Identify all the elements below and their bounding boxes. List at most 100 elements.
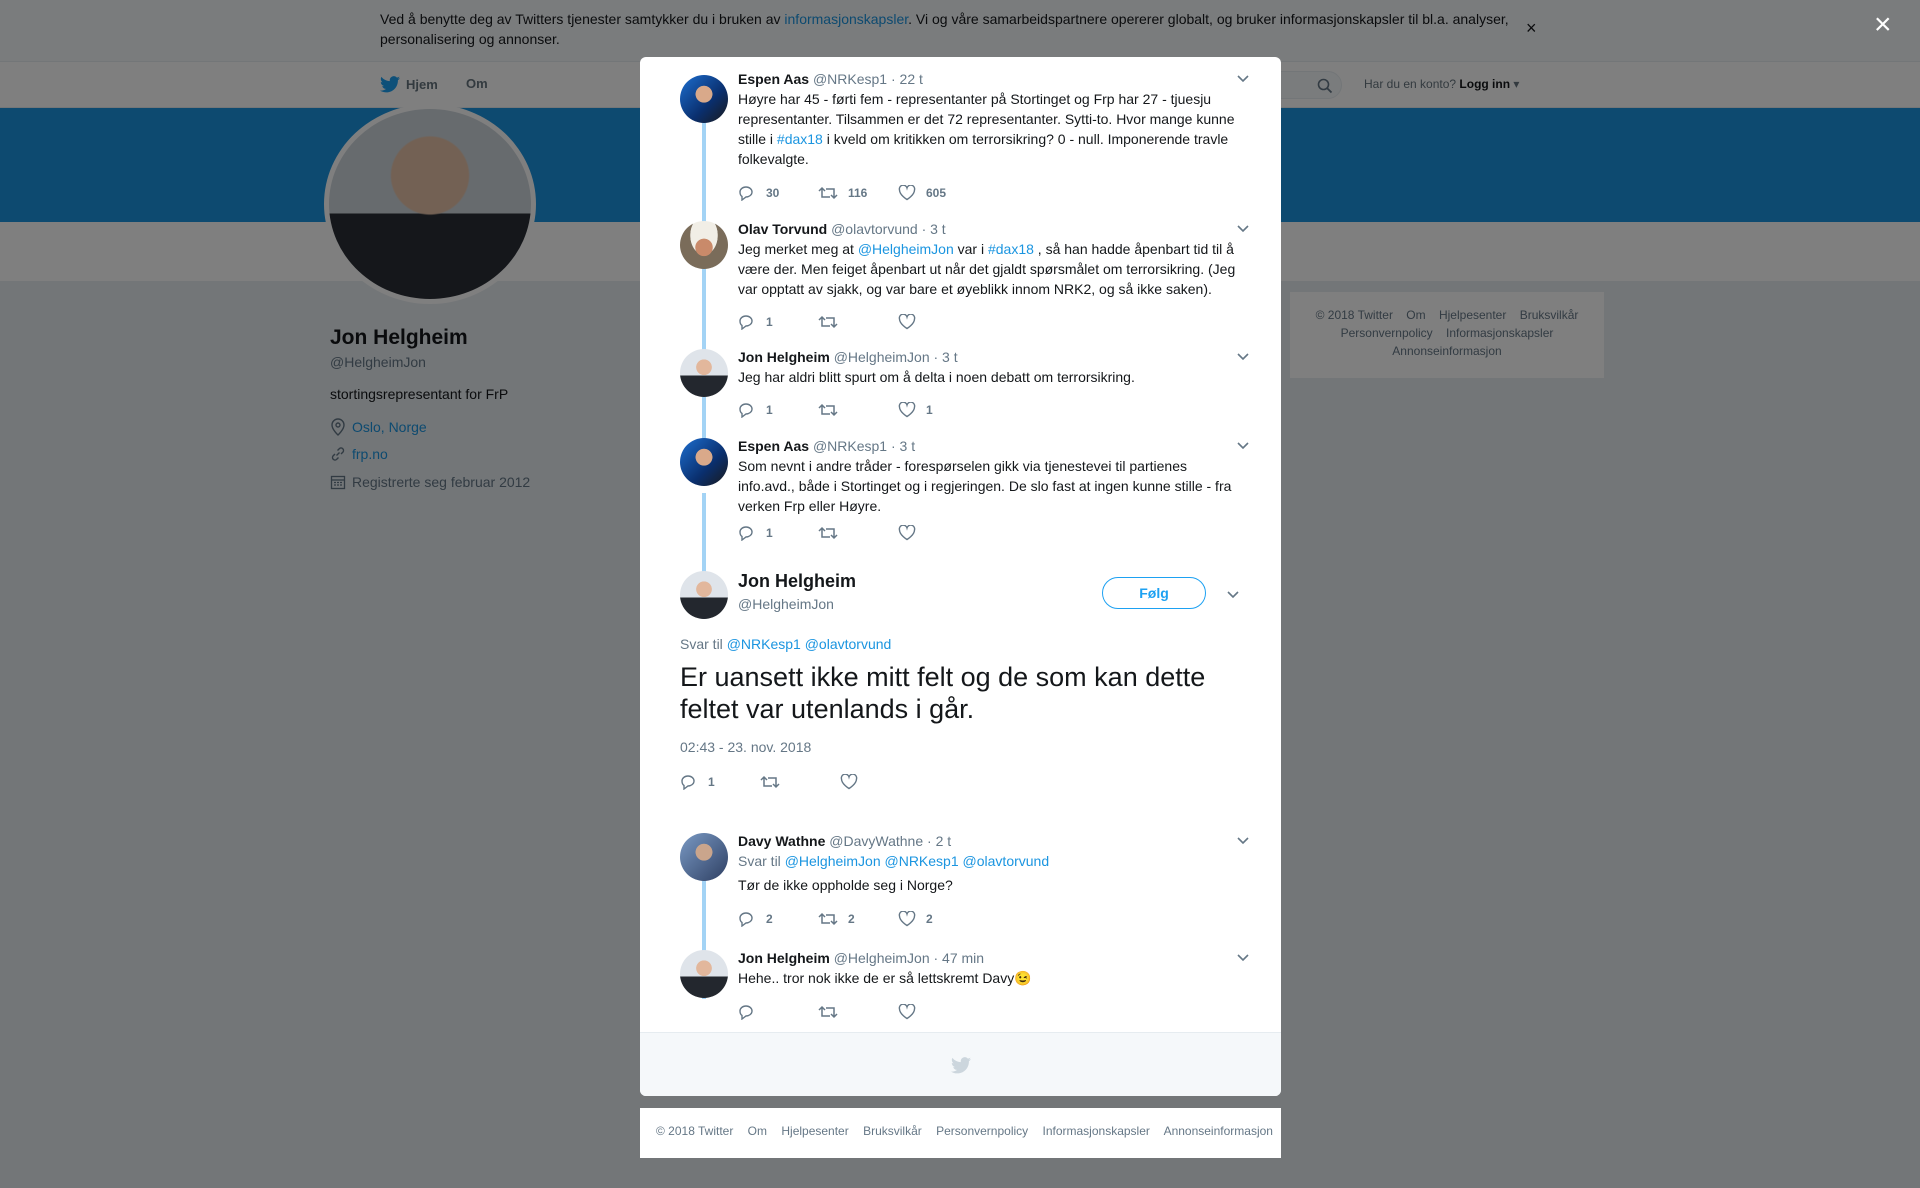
tweet[interactable]: Espen Aas @NRKesp1 · 3 t Som nevnt i and…	[680, 438, 1250, 546]
follow-button[interactable]: Følg	[1102, 577, 1206, 609]
reply-action[interactable]: 1	[738, 402, 818, 418]
footer-terms[interactable]: Bruksvilkår	[863, 1124, 922, 1138]
avatar[interactable]	[680, 221, 728, 269]
footer-help[interactable]: Hjelpesenter	[781, 1124, 848, 1138]
tweet-text: Tør de ikke oppholde seg i Norge?	[738, 877, 953, 893]
mention-link[interactable]: @HelgheimJon	[858, 241, 954, 257]
tweet[interactable]: Olav Torvund @olavtorvund · 3 t Jeg merk…	[680, 221, 1250, 343]
like-action[interactable]	[840, 774, 920, 790]
tweet[interactable]: Jon Helgheim @HelgheimJon · 3 t Jeg har …	[680, 349, 1250, 429]
tweet-author-handle[interactable]: @HelgheimJon	[834, 349, 930, 365]
tweet-text: Hehe.. tror nok ikke de er så lettskremt…	[738, 968, 1243, 988]
tweet[interactable]: Espen Aas @NRKesp1 · 22 t Høyre har 45 -…	[680, 71, 1250, 216]
reply-icon	[739, 403, 753, 418]
tweet-author-handle[interactable]: @NRKesp1	[813, 71, 887, 87]
chevron-down-icon[interactable]	[1236, 950, 1250, 969]
mention-link[interactable]: @NRKesp1	[727, 636, 801, 652]
chevron-down-icon[interactable]	[1236, 71, 1250, 90]
reply-icon	[739, 1005, 753, 1020]
heart-icon	[898, 402, 916, 418]
reply-action[interactable]: 1	[738, 525, 818, 541]
tweet-time[interactable]: · 47 min	[934, 950, 985, 966]
footer-ads[interactable]: Annonseinformasjon	[1164, 1124, 1273, 1138]
mention-link[interactable]: @olavtorvund	[963, 853, 1050, 869]
tweet-text: Jeg har aldri blitt spurt om å delta i n…	[738, 369, 1135, 385]
tweet-author-name[interactable]: Espen Aas	[738, 438, 809, 454]
main-tweet-text: Er uansett ikke mitt felt og de som kan …	[680, 662, 1206, 724]
reply-count: 1	[708, 775, 715, 789]
main-tweet-timestamp[interactable]: 02:43 - 23. nov. 2018	[680, 739, 811, 755]
tweet-author-name[interactable]: Olav Torvund	[738, 221, 827, 237]
heart-icon	[898, 185, 916, 201]
reply-action[interactable]	[738, 1004, 818, 1020]
tweet-author-name[interactable]: Jon Helgheim	[738, 349, 830, 365]
tweet-text: Høyre har 45 - førti fem - representante…	[738, 89, 1243, 169]
like-action[interactable]	[898, 1004, 978, 1020]
chevron-down-icon[interactable]	[1236, 833, 1250, 852]
tweet-author-name[interactable]: Espen Aas	[738, 71, 809, 87]
avatar[interactable]	[680, 349, 728, 397]
retweet-action[interactable]	[760, 774, 840, 790]
like-action[interactable]: 2	[898, 911, 978, 927]
like-action[interactable]	[898, 314, 978, 330]
tweet-time[interactable]: · 3 t	[922, 221, 946, 237]
hashtag-link[interactable]: #dax18	[777, 131, 823, 147]
footer-cookies[interactable]: Informasjonskapsler	[1043, 1124, 1150, 1138]
tweet-time[interactable]: · 3 t	[934, 349, 958, 365]
footer-privacy[interactable]: Personvernpolicy	[936, 1124, 1028, 1138]
chevron-down-icon[interactable]	[1236, 221, 1250, 240]
retweet-action[interactable]	[818, 525, 898, 541]
tweet-author-handle[interactable]: @DavyWathne	[829, 833, 923, 849]
avatar[interactable]	[680, 75, 728, 123]
retweet-icon	[760, 775, 780, 789]
heart-icon	[898, 1004, 916, 1020]
tweet-author-handle[interactable]: @NRKesp1	[813, 438, 887, 454]
avatar[interactable]	[680, 950, 728, 998]
retweet-icon	[818, 315, 838, 329]
like-action[interactable]: 605	[898, 185, 978, 201]
like-action[interactable]	[898, 525, 978, 541]
retweet-icon	[818, 403, 838, 417]
retweet-icon	[818, 912, 838, 926]
like-action[interactable]: 1	[898, 402, 978, 418]
avatar[interactable]	[680, 833, 728, 881]
footer-about[interactable]: Om	[748, 1124, 767, 1138]
tweet-time[interactable]: · 22 t	[891, 71, 923, 87]
retweet-count: 2	[848, 912, 855, 926]
tweet-author-handle[interactable]: @olavtorvund	[831, 221, 918, 237]
like-count: 605	[926, 186, 947, 200]
page-footer: © 2018 Twitter Om Hjelpesenter Bruksvilk…	[640, 1108, 1281, 1158]
tweet-time[interactable]: · 2 t	[927, 833, 951, 849]
mention-link[interactable]: @NRKesp1	[885, 853, 959, 869]
reply-action[interactable]: 30	[738, 185, 818, 201]
avatar[interactable]	[680, 438, 728, 486]
reply-action[interactable]: 1	[738, 314, 818, 330]
modal-close-button[interactable]: ×	[1874, 8, 1892, 42]
tweet-author-name[interactable]: Jon Helgheim	[738, 950, 830, 966]
tweet-author-name[interactable]: Davy Wathne	[738, 833, 825, 849]
main-tweet-author-handle[interactable]: @HelgheimJon	[738, 596, 834, 612]
reply-action[interactable]: 1	[680, 774, 760, 790]
mention-link[interactable]: @olavtorvund	[805, 636, 892, 652]
chevron-down-icon[interactable]	[1236, 438, 1250, 457]
tweet-header: Olav Torvund @olavtorvund · 3 t	[738, 221, 946, 237]
chevron-down-icon[interactable]	[1236, 349, 1250, 368]
tweet-author-handle[interactable]: @HelgheimJon	[834, 950, 930, 966]
reply-action[interactable]: 2	[738, 911, 818, 927]
retweet-action[interactable]	[818, 402, 898, 418]
retweet-action[interactable]	[818, 314, 898, 330]
tweet-actions: 1 1	[738, 402, 978, 418]
mention-link[interactable]: @HelgheimJon	[785, 853, 881, 869]
tweet-time[interactable]: · 3 t	[891, 438, 915, 454]
retweet-action[interactable]: 2	[818, 911, 898, 927]
tweet[interactable]: Jon Helgheim @HelgheimJon · 47 min Hehe.…	[680, 950, 1250, 1030]
heart-icon	[898, 525, 916, 541]
hashtag-link[interactable]: #dax18	[988, 241, 1034, 257]
chevron-down-icon[interactable]	[1226, 587, 1240, 606]
retweet-action[interactable]: 116	[818, 185, 898, 201]
tweet-header: Espen Aas @NRKesp1 · 22 t	[738, 71, 923, 87]
retweet-count: 116	[848, 186, 868, 200]
main-tweet-avatar[interactable]	[680, 571, 728, 619]
retweet-action[interactable]	[818, 1004, 898, 1020]
main-tweet-author-name[interactable]: Jon Helgheim	[738, 571, 856, 592]
